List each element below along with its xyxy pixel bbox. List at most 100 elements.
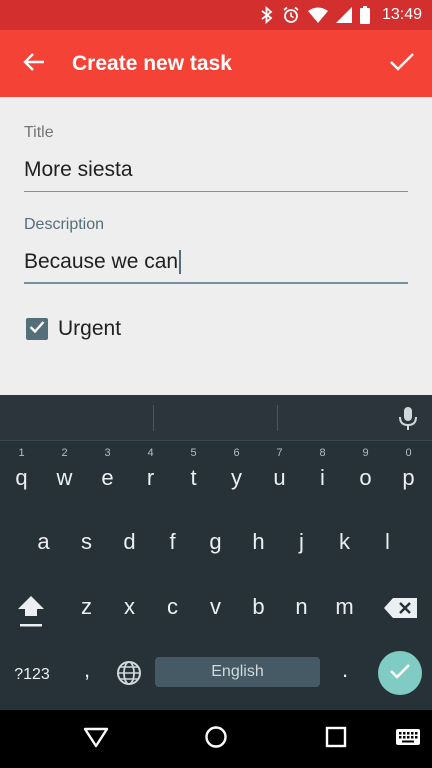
nav-home-button[interactable] xyxy=(201,724,231,754)
suggestion-divider xyxy=(153,405,154,431)
key-e[interactable]: 3e xyxy=(86,447,129,495)
status-bar: 13:49 xyxy=(0,0,432,30)
key-r[interactable]: 4r xyxy=(129,447,172,495)
back-button[interactable] xyxy=(14,44,54,84)
key-f[interactable]: f xyxy=(151,523,194,563)
save-button[interactable] xyxy=(382,44,422,84)
task-form: Title More siesta Description Because we… xyxy=(0,97,432,395)
key-label: i xyxy=(320,465,325,490)
key-s[interactable]: s xyxy=(65,523,108,563)
key-h[interactable]: h xyxy=(237,523,280,563)
key-label: u xyxy=(273,465,286,490)
key-label: c xyxy=(167,594,178,619)
key-hint: 9 xyxy=(362,447,369,459)
home-circle-icon xyxy=(204,725,228,754)
key-v[interactable]: v xyxy=(194,588,237,628)
key-hint: 7 xyxy=(276,447,283,459)
space-key[interactable]: English xyxy=(155,657,320,687)
urgent-checkbox[interactable] xyxy=(26,318,48,340)
app-bar: Create new task xyxy=(0,30,432,97)
key-label: w xyxy=(56,465,73,490)
backspace-key[interactable] xyxy=(381,595,421,621)
key-label: f xyxy=(169,529,176,554)
key-k[interactable]: k xyxy=(323,523,366,563)
shift-icon xyxy=(10,596,52,638)
period-key[interactable]: . xyxy=(335,657,355,693)
key-hint: 6 xyxy=(233,447,240,459)
key-hint: 4 xyxy=(147,447,154,459)
key-label: m xyxy=(335,594,354,619)
key-label: e xyxy=(101,465,114,490)
page-title: Create new task xyxy=(72,52,232,75)
urgent-label: Urgent xyxy=(58,317,122,340)
key-label: j xyxy=(299,529,304,554)
key-hint: 0 xyxy=(405,447,412,459)
key-hint: 5 xyxy=(190,447,197,459)
key-t[interactable]: 5t xyxy=(172,447,215,495)
key-l[interactable]: l xyxy=(366,523,409,563)
key-label: b xyxy=(252,594,265,619)
key-a[interactable]: a xyxy=(22,523,65,563)
description-underline xyxy=(24,282,408,284)
description-input[interactable]: Because we can xyxy=(24,247,408,277)
urgent-checkbox-row[interactable]: Urgent xyxy=(26,316,121,342)
backspace-icon xyxy=(381,598,421,625)
back-triangle-icon xyxy=(83,726,109,753)
key-z[interactable]: z xyxy=(65,588,108,628)
key-n[interactable]: n xyxy=(280,588,323,628)
title-input[interactable]: More siesta xyxy=(24,155,408,185)
key-label: t xyxy=(190,465,197,490)
key-label: o xyxy=(359,465,372,490)
nav-recents-button[interactable] xyxy=(321,724,351,754)
key-label: n xyxy=(295,594,308,619)
microphone-icon[interactable] xyxy=(396,405,420,431)
key-u[interactable]: 7u xyxy=(258,447,301,495)
nav-back-button[interactable] xyxy=(81,724,111,754)
key-w[interactable]: 2w xyxy=(43,447,86,495)
shift-key[interactable] xyxy=(10,588,52,634)
key-x[interactable]: x xyxy=(108,588,151,628)
key-label: y xyxy=(231,465,242,490)
bluetooth-icon xyxy=(260,6,274,24)
wifi-icon xyxy=(307,7,328,23)
key-label: k xyxy=(339,529,350,554)
symbols-key[interactable]: ?123 xyxy=(8,660,56,690)
suggestion-divider xyxy=(277,405,278,431)
key-c[interactable]: c xyxy=(151,588,194,628)
alarm-icon xyxy=(282,6,300,24)
key-label: q xyxy=(15,465,28,490)
suggestion-strip xyxy=(0,395,432,441)
key-label: v xyxy=(210,594,221,619)
key-i[interactable]: 8i xyxy=(301,447,344,495)
key-p[interactable]: 0p xyxy=(387,447,430,495)
status-icons: 13:49 xyxy=(260,0,422,30)
comma-key[interactable]: , xyxy=(72,657,102,693)
key-g[interactable]: g xyxy=(194,523,237,563)
soft-keyboard: 1q 2w 3e 4r 5t 6y 7u 8i 9o 0p a s d f g … xyxy=(0,395,432,710)
key-label: g xyxy=(209,529,222,554)
nav-keyboard-button[interactable] xyxy=(393,724,423,754)
check-icon xyxy=(389,51,415,78)
key-y[interactable]: 6y xyxy=(215,447,258,495)
description-text: Because we can xyxy=(24,250,179,273)
navigation-bar xyxy=(0,710,432,768)
keyboard-icon xyxy=(395,728,421,751)
globe-icon[interactable] xyxy=(115,659,143,687)
key-label: h xyxy=(252,529,265,554)
arrow-back-icon xyxy=(23,51,45,78)
check-icon xyxy=(389,662,411,685)
key-o[interactable]: 9o xyxy=(344,447,387,495)
key-label: a xyxy=(37,529,50,554)
key-hint: 1 xyxy=(18,447,25,459)
key-d[interactable]: d xyxy=(108,523,151,563)
key-hint: 3 xyxy=(104,447,111,459)
key-label: l xyxy=(385,529,390,554)
key-hint: 8 xyxy=(319,447,326,459)
key-b[interactable]: b xyxy=(237,588,280,628)
cellular-signal-icon xyxy=(335,7,352,23)
description-label: Description xyxy=(24,216,105,233)
key-m[interactable]: m xyxy=(323,588,366,628)
key-q[interactable]: 1q xyxy=(0,447,43,495)
enter-key[interactable] xyxy=(378,651,422,695)
key-j[interactable]: j xyxy=(280,523,323,563)
